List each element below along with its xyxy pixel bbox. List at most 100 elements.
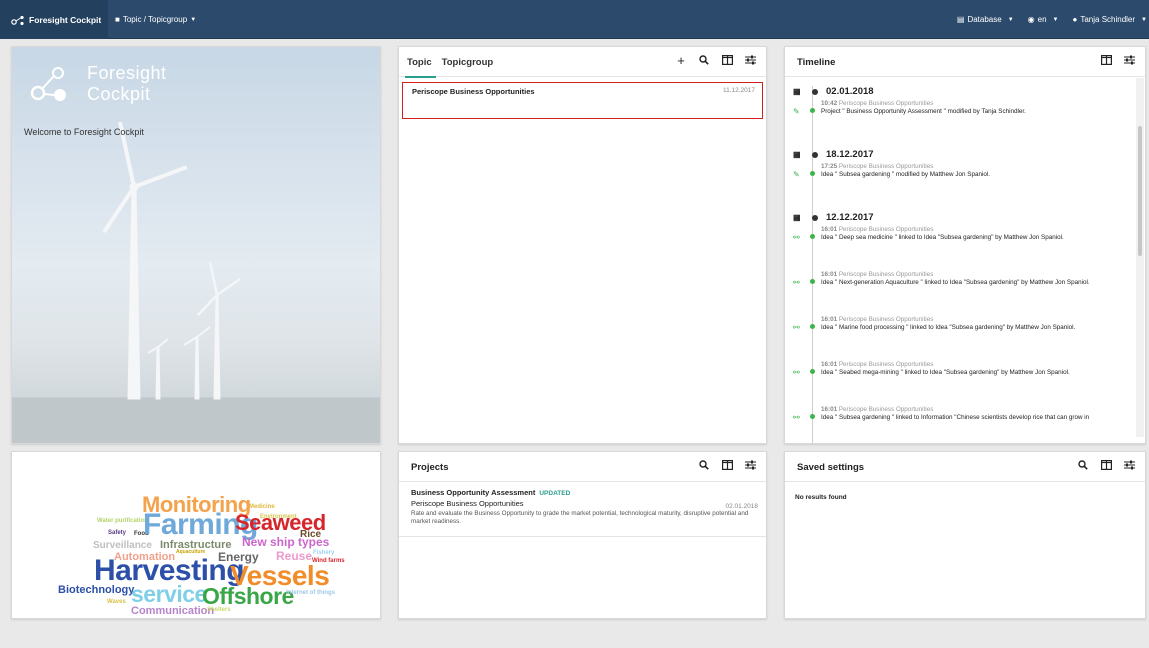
projects-panel: Projects Business Opportunity Assessment… bbox=[398, 451, 767, 619]
link-icon: ⚯ bbox=[793, 278, 800, 287]
timeline-entry-meta: 16:01 Periscope Business Opportunities bbox=[821, 406, 933, 413]
timeline-entry-topic: Periscope Business Opportunities bbox=[837, 100, 934, 107]
language-menu[interactable]: ◉ en ▼ bbox=[1028, 15, 1059, 24]
columns-icon[interactable] bbox=[721, 54, 733, 66]
topic-menu-label: Topic / Topicgroup bbox=[122, 15, 188, 24]
sliders-icon[interactable] bbox=[744, 459, 756, 471]
navbar-right: ▤ Database ▼ ◉ en ▼ ● Tanja Schindler ▼ bbox=[957, 0, 1147, 39]
timeline-entry-text: Idea " Deep sea medicine " linked to Ide… bbox=[821, 234, 1064, 241]
welcome-panel: Foresight Cockpit Welcome to Foresight C… bbox=[11, 46, 381, 444]
topic-topicgroup-menu[interactable]: ■ Topic / Topicgroup ▼ bbox=[115, 0, 196, 39]
status-badge: UPDATED bbox=[539, 490, 571, 497]
timeline-date-label: 02.01.2018 bbox=[826, 86, 874, 97]
topic-panel-tools: + bbox=[675, 53, 756, 68]
timeline-entry-meta: 17:25 Periscope Business Opportunities bbox=[821, 163, 933, 170]
timeline-entry-text: Idea " Seabed mega-mining " linked to Id… bbox=[821, 369, 1070, 376]
calendar-icon: ▦ bbox=[793, 150, 801, 159]
logo-line-1: Foresight bbox=[87, 63, 167, 83]
timeline-node bbox=[812, 151, 818, 158]
topic-panel-header: Topic Topicgroup + bbox=[399, 47, 766, 78]
timeline-entry-time: 17:25 bbox=[821, 163, 838, 170]
topic-panel: Topic Topicgroup + Periscope Business Op… bbox=[398, 46, 767, 444]
saved-settings-tools bbox=[1077, 459, 1135, 471]
word-cloud-term[interactable]: New ship types bbox=[242, 536, 329, 548]
link-icon: ⚯ bbox=[793, 368, 800, 377]
timeline-entry-time: 16:01 bbox=[821, 226, 838, 233]
search-icon[interactable] bbox=[698, 54, 710, 66]
timeline-entry-topic: Periscope Business Opportunities bbox=[837, 406, 934, 413]
topic-name: Periscope Business Opportunities bbox=[412, 87, 535, 96]
word-cloud-term[interactable]: Communication bbox=[131, 606, 214, 617]
project-list-item[interactable]: Business Opportunity Assessment UPDATED P… bbox=[399, 484, 766, 537]
timeline-node bbox=[810, 369, 815, 374]
search-icon[interactable] bbox=[698, 459, 710, 471]
timeline-entry-text: Idea " Subsea gardening " linked to Info… bbox=[821, 414, 1090, 421]
timeline-entry-topic: Periscope Business Opportunities bbox=[837, 271, 934, 278]
calendar-icon: ▦ bbox=[793, 213, 801, 222]
timeline-entry-text: Idea " Next-generation Aquaculture " lin… bbox=[821, 279, 1090, 286]
timeline-entry-meta: 10:42 Periscope Business Opportunities bbox=[821, 100, 933, 107]
word-cloud-term[interactable]: Safety bbox=[108, 530, 126, 536]
timeline-scrollbar[interactable] bbox=[1136, 78, 1144, 437]
timeline-entry-topic: Periscope Business Opportunities bbox=[837, 163, 934, 170]
add-icon[interactable]: + bbox=[675, 53, 687, 68]
brand-link[interactable]: Foresight Cockpit bbox=[0, 0, 108, 39]
database-icon: ▤ bbox=[956, 15, 965, 24]
timeline-date-header: ▦ 12.12.2017 bbox=[793, 212, 874, 223]
word-cloud-term[interactable]: service bbox=[131, 583, 207, 606]
timeline-entry-time: 10:42 bbox=[821, 100, 838, 107]
saved-settings-panel: Saved settings No results found bbox=[784, 451, 1146, 619]
word-cloud-term[interactable]: Internet of things bbox=[286, 590, 335, 596]
project-title: Business Opportunity Assessment bbox=[411, 488, 536, 497]
word-cloud-term[interactable]: Water purification bbox=[97, 518, 148, 524]
scrollbar-thumb[interactable] bbox=[1138, 126, 1142, 256]
word-cloud-term[interactable]: Offshore bbox=[202, 585, 294, 608]
link-icon: ⚯ bbox=[793, 413, 800, 422]
columns-icon[interactable] bbox=[721, 459, 733, 471]
tab-topic[interactable]: Topic bbox=[405, 57, 436, 78]
top-navbar: Foresight Cockpit ■ Topic / Topicgroup ▼… bbox=[0, 0, 1149, 39]
sliders-icon[interactable] bbox=[1123, 459, 1135, 471]
pencil-icon: ✎ bbox=[793, 107, 800, 116]
calendar-icon: ▦ bbox=[793, 87, 801, 96]
caret-down-icon: ▼ bbox=[1141, 16, 1147, 23]
topic-date: 11.12.2017 bbox=[722, 87, 755, 94]
tab-topicgroup[interactable]: Topicgroup bbox=[442, 57, 494, 68]
columns-icon[interactable] bbox=[1100, 54, 1112, 66]
timeline-node bbox=[810, 171, 815, 176]
pencil-icon: ✎ bbox=[793, 170, 800, 179]
database-menu[interactable]: ▤ Database ▼ bbox=[957, 15, 1014, 24]
foresight-logo-icon bbox=[30, 67, 66, 101]
welcome-greeting: Welcome to Foresight Cockpit bbox=[24, 127, 144, 137]
word-cloud-term[interactable]: Waves bbox=[107, 599, 126, 605]
sliders-icon[interactable] bbox=[1123, 54, 1135, 66]
globe-icon: ◉ bbox=[1027, 15, 1035, 24]
projects-panel-header: Projects bbox=[399, 452, 766, 482]
columns-icon[interactable] bbox=[1100, 459, 1112, 471]
word-cloud-term[interactable]: Shelters bbox=[207, 607, 231, 613]
welcome-logo-text: Foresight Cockpit bbox=[87, 63, 167, 105]
search-icon[interactable] bbox=[1077, 459, 1089, 471]
timeline-node bbox=[810, 108, 815, 113]
topic-list-item[interactable]: Periscope Business Opportunities 11.12.2… bbox=[402, 82, 763, 119]
timeline-node bbox=[812, 214, 818, 221]
timeline-date-label: 18.12.2017 bbox=[826, 149, 874, 160]
timeline-panel-tools bbox=[1100, 54, 1135, 66]
timeline-entry-text: Project " Business Opportunity Assessmen… bbox=[821, 108, 1026, 115]
timeline-node bbox=[810, 414, 815, 419]
timeline-entry-time: 16:01 bbox=[821, 406, 838, 413]
caret-down-icon: ▼ bbox=[1052, 16, 1059, 23]
timeline-node bbox=[812, 88, 818, 95]
timeline-panel: Timeline ▦ 02.01.2018 ✎ 10:42 Periscope Bus… bbox=[784, 46, 1146, 444]
word-cloud-term[interactable]: Fishery bbox=[313, 550, 334, 556]
project-description: Rate and evaluate the Business Opportuni… bbox=[411, 510, 749, 525]
sliders-icon[interactable] bbox=[744, 54, 756, 66]
projects-panel-tools bbox=[698, 459, 756, 471]
word-cloud-term[interactable]: Surveillance bbox=[93, 541, 152, 551]
timeline-entry-meta: 16:01 Periscope Business Opportunities bbox=[821, 361, 933, 368]
user-menu[interactable]: ● Tanja Schindler ▼ bbox=[1073, 15, 1148, 24]
saved-settings-header: Saved settings bbox=[785, 452, 1145, 482]
timeline-date-label: 12.12.2017 bbox=[826, 212, 874, 223]
logo-line-2: Cockpit bbox=[87, 84, 151, 104]
word-cloud-term[interactable]: Biotechnology bbox=[58, 585, 134, 596]
